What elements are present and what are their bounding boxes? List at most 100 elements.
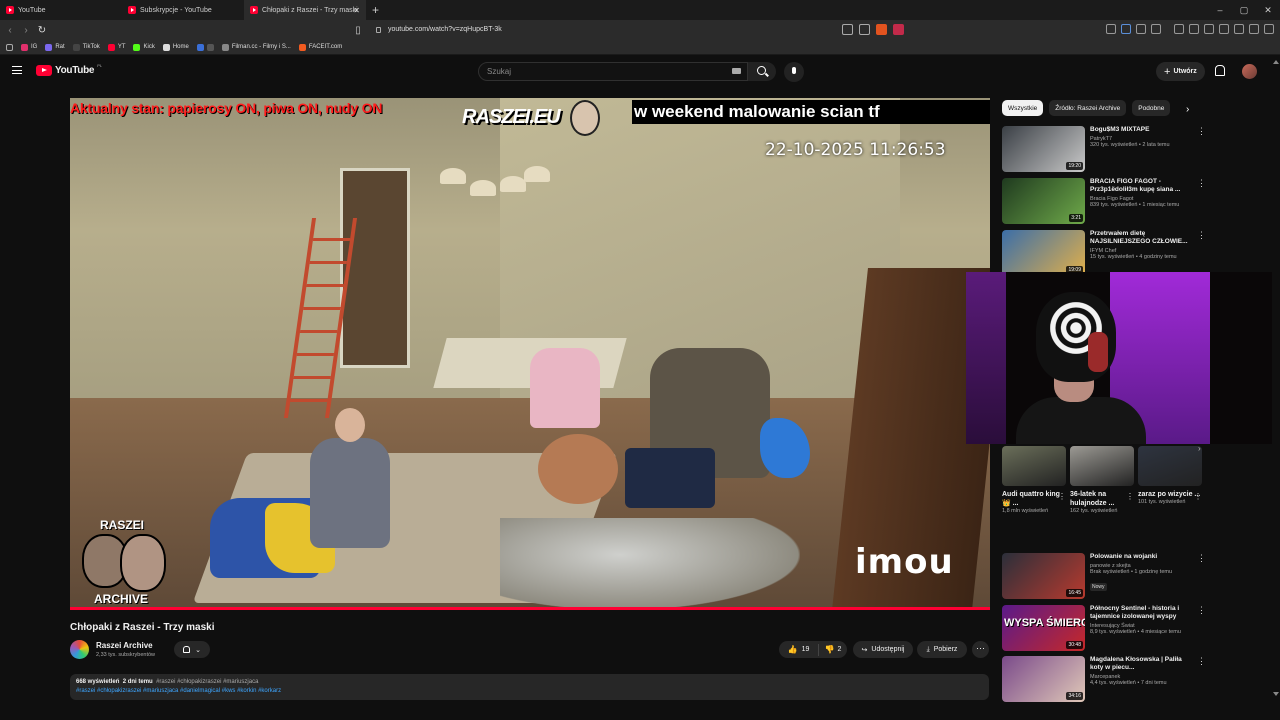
share-button[interactable]: ↪ Udostępnij	[853, 641, 913, 658]
more-options-icon[interactable]: ⋮	[1197, 126, 1206, 137]
notifications-bell-icon[interactable]	[1214, 65, 1225, 76]
tab-current-video[interactable]: Chłopaki z Raszei - Trzy maski ✕	[244, 0, 366, 20]
short-item[interactable]: Audi quattro king 👑 ... 1,8 mln wyświetle…	[1002, 446, 1066, 515]
short-title[interactable]: zaraz po wizycie ...	[1138, 490, 1202, 499]
recommendation-item[interactable]: 19:09 Przetrwałem dietę NAJSILNIEJSZEGO C…	[1002, 230, 1206, 276]
maximize-button[interactable]: ▢	[1232, 0, 1256, 20]
share-page-icon[interactable]	[859, 24, 870, 35]
video-thumbnail[interactable]: 19:20	[1002, 126, 1085, 172]
search-input[interactable]: Szukaj	[478, 62, 748, 81]
wallet-icon[interactable]	[1249, 24, 1259, 34]
video-player[interactable]: Aktualny stan: papierosy ON, piwa ON, nu…	[70, 98, 990, 610]
bookmark-home[interactable]: Home	[162, 43, 189, 51]
voice-search-icon[interactable]	[784, 62, 804, 82]
bookmark-filman[interactable]: Filman.cc - Filmy i S...	[221, 43, 291, 51]
channel-name[interactable]: Raszei Archive	[96, 641, 153, 650]
apps-grid-icon[interactable]	[6, 43, 13, 51]
description-box[interactable]: 668 wyświetleń 2 dni temu #raszei #chłop…	[70, 674, 989, 700]
music-icon[interactable]	[1174, 24, 1184, 34]
short-item[interactable]: 36-latek na hulajnodze ... 162 tys. wyświ…	[1070, 446, 1134, 515]
scroll-down-icon[interactable]	[1273, 692, 1279, 696]
brave-shield-icon[interactable]	[876, 24, 887, 35]
close-window-button[interactable]: ✕	[1256, 0, 1280, 20]
short-title[interactable]: Audi quattro king 👑 ...	[1002, 490, 1066, 508]
more-options-icon[interactable]: ⋮	[1197, 230, 1206, 241]
video-title[interactable]: Bogu$M3 MIXTAPE	[1090, 126, 1194, 134]
recommendation-item[interactable]: 3:21 BRACIA FIGO FAGOT - Prz3p1ëdolił3m k…	[1002, 178, 1206, 224]
more-options-icon[interactable]: ⋮	[1058, 492, 1066, 501]
bookmark-faceit[interactable]: FACEIT.com	[298, 43, 342, 51]
subscription-bell-button[interactable]: ⌄	[174, 641, 210, 658]
video-title[interactable]: Polowanie na wojanki	[1090, 553, 1194, 561]
minimize-button[interactable]: –	[1208, 0, 1232, 20]
video-title[interactable]: Magdalena Kłosowska | Paliła koty w piec…	[1090, 656, 1194, 672]
site-info-icon[interactable]	[376, 27, 381, 33]
cast-icon[interactable]	[842, 24, 853, 35]
bookmark-tools[interactable]	[196, 43, 214, 51]
chevron-right-icon[interactable]: ›	[1186, 104, 1189, 115]
sidebar-icon[interactable]	[1189, 24, 1199, 34]
channel-avatar[interactable]	[70, 640, 89, 659]
forward-icon[interactable]: ›	[18, 25, 34, 36]
recommendation-item[interactable]: WYSPA ŚMIERCI 30:48 Północny Sentinel - hi…	[1002, 605, 1206, 651]
vpn-icon[interactable]	[1234, 24, 1244, 34]
scroll-up-icon[interactable]	[1273, 60, 1279, 64]
more-options-icon[interactable]: ⋮	[1197, 656, 1206, 667]
leo-icon[interactable]	[1219, 24, 1229, 34]
chip-related[interactable]: Podobne	[1132, 100, 1171, 116]
bookmark-kick[interactable]: Kick	[133, 43, 155, 51]
hamburger-menu-icon[interactable]	[12, 66, 22, 74]
chip-source-channel[interactable]: Źródło: Raszei Archive	[1049, 100, 1127, 116]
bookmark-tiktok[interactable]: TikTok	[72, 43, 100, 51]
chevron-right-icon[interactable]: ›	[1198, 444, 1201, 453]
more-options-icon[interactable]: ⋮	[1126, 492, 1134, 501]
menu-icon[interactable]	[1264, 24, 1274, 34]
bookmark-rat[interactable]: Rat	[45, 43, 65, 51]
bookmark-star-icon[interactable]: ▯	[350, 25, 366, 36]
video-thumbnail[interactable]: 16:45	[1002, 553, 1085, 599]
recommendation-item[interactable]: 19:20 Bogu$M3 MIXTAPE PatrykT7 320 tys. wyś…	[1002, 126, 1206, 172]
video-title[interactable]: Północny Sentinel - historia i tajemnice…	[1090, 605, 1194, 621]
bookmark-yt[interactable]: YT	[107, 43, 125, 51]
video-thumbnail[interactable]: 3:21	[1002, 178, 1085, 224]
recommendation-item[interactable]: 34:16 Magdalena Kłosowska | Paliła koty w…	[1002, 656, 1206, 702]
download-button[interactable]: ⤓ Pobierz	[917, 641, 967, 658]
tab-search-icon[interactable]	[1204, 24, 1214, 34]
account-avatar[interactable]	[1242, 64, 1257, 79]
video-title[interactable]: BRACIA FIGO FAGOT - Prz3p1ëdolił3m kupę …	[1090, 178, 1194, 194]
page-scrollbar[interactable]	[1272, 56, 1280, 700]
video-progress-bar[interactable]	[70, 607, 990, 610]
extension-icon[interactable]	[1106, 24, 1116, 34]
tab-youtube[interactable]: YouTube	[0, 0, 122, 20]
keyboard-icon[interactable]	[732, 68, 741, 74]
extension-icon[interactable]	[1136, 24, 1146, 34]
tab-subscriptions[interactable]: Subskrypcje - YouTube	[122, 0, 244, 20]
chip-all[interactable]: Wszystkie	[1002, 100, 1044, 116]
create-button[interactable]: + Utwórz	[1156, 62, 1205, 81]
hashtags-line[interactable]: #raszei #chłopakizraszei #mariuszjaca #d…	[76, 687, 983, 696]
short-thumbnail[interactable]	[1070, 446, 1134, 486]
more-options-icon[interactable]: ⋮	[1194, 492, 1202, 501]
close-tab-icon[interactable]: ✕	[353, 6, 360, 15]
youtube-logo[interactable]: YouTube PL	[36, 63, 102, 76]
recommendation-item[interactable]: 16:45 Polowanie na wojanki panowie z skejt…	[1002, 553, 1206, 599]
reload-icon[interactable]: ↻	[34, 25, 50, 36]
more-options-icon[interactable]: ⋮	[1197, 553, 1206, 564]
new-tab-button[interactable]: +	[372, 3, 379, 17]
short-item[interactable]: zaraz po wizycie ... 101 tys. wyświetleń ⋮	[1138, 446, 1202, 506]
video-thumbnail[interactable]: 34:16	[1002, 656, 1085, 702]
extension-icon[interactable]	[1121, 24, 1131, 34]
like-button[interactable]: 👍 19	[779, 643, 819, 656]
search-button[interactable]	[748, 62, 776, 81]
more-options-icon[interactable]: ⋮	[1197, 605, 1206, 616]
brave-rewards-icon[interactable]	[893, 24, 904, 35]
extension-icon[interactable]	[1151, 24, 1161, 34]
hashtags-top[interactable]: #raszei #chłopakizraszei #mariuszjaca	[156, 679, 258, 685]
video-thumbnail[interactable]: 19:09	[1002, 230, 1085, 276]
dislike-button[interactable]: 👎 2	[819, 645, 847, 654]
short-title[interactable]: 36-latek na hulajnodze ...	[1070, 490, 1134, 508]
short-thumbnail[interactable]	[1002, 446, 1066, 486]
short-thumbnail[interactable]	[1138, 446, 1202, 486]
more-actions-button[interactable]: ⋯	[972, 641, 989, 658]
more-options-icon[interactable]: ⋮	[1197, 178, 1206, 189]
